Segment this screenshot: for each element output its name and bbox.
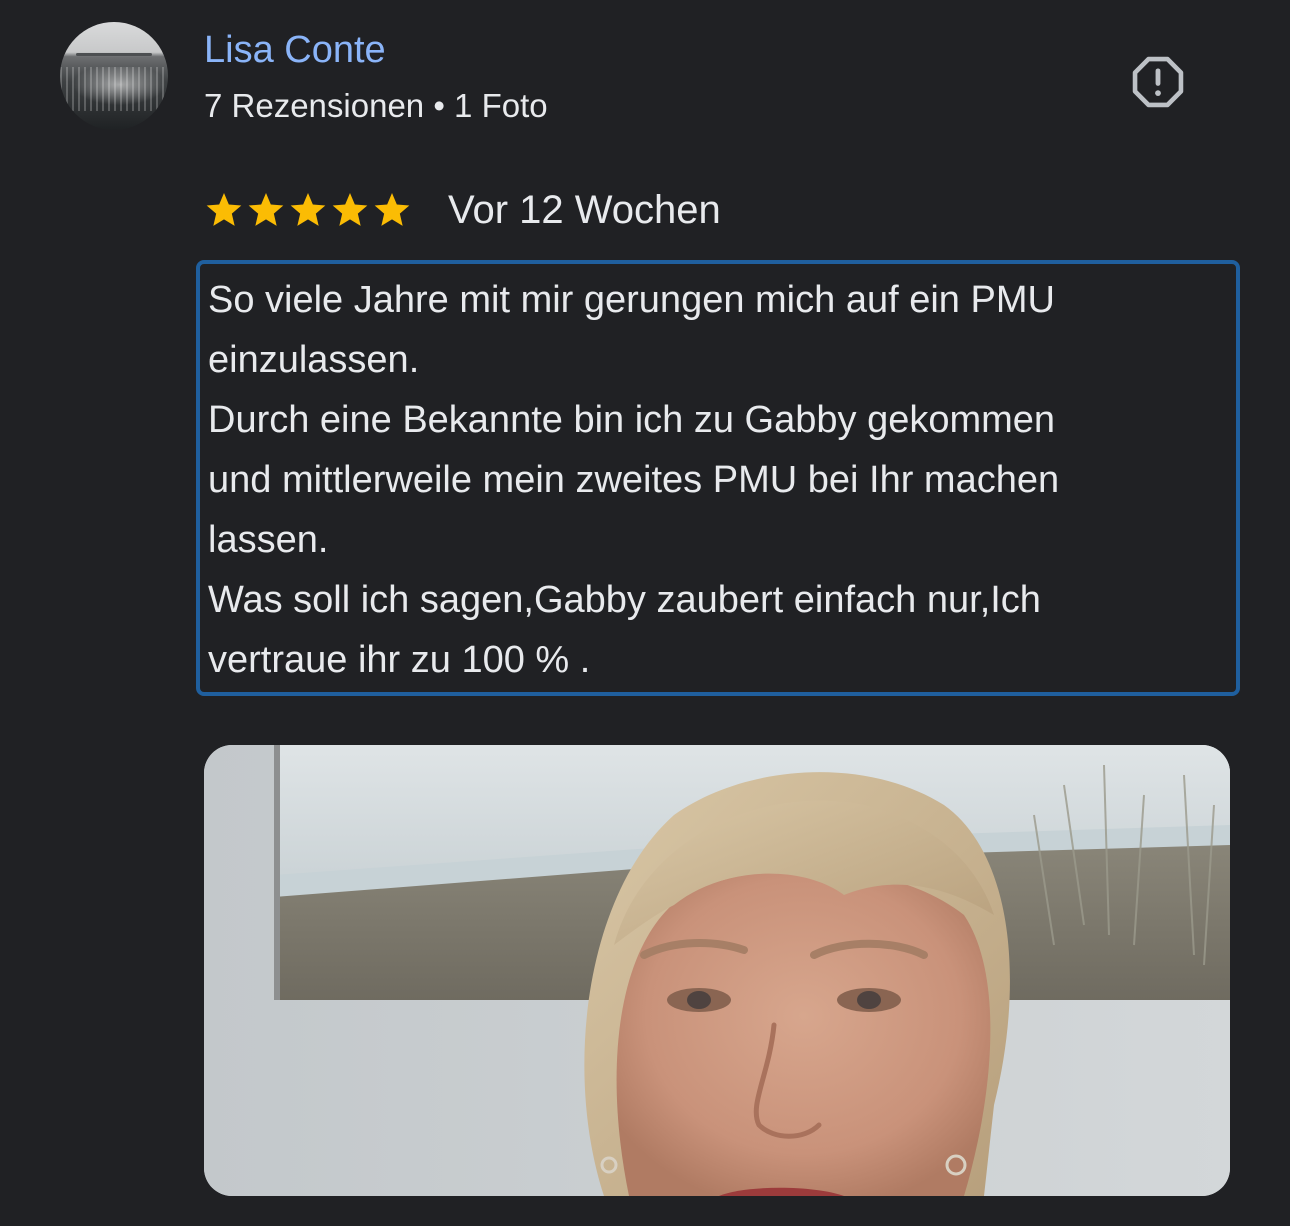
review-text-line: So viele Jahre mit mir gerungen mich auf…: [208, 279, 1055, 321]
avatar-water-shine: [60, 67, 168, 111]
review-text-highlight: So viele Jahre mit mir gerungen mich auf…: [196, 260, 1240, 696]
star-icon: [248, 193, 284, 226]
review-text-line: Durch eine Bekannte bin ich zu Gabby gek…: [208, 399, 1056, 441]
report-button[interactable]: [1126, 50, 1190, 114]
review-card: Lisa Conte 7 Rezensionen • 1 Foto Vor 12…: [0, 0, 1290, 1226]
review-text-line: Was soll ich sagen,Gabby zaubert einfach…: [208, 579, 1041, 621]
avatar-horizon: [76, 53, 152, 57]
review-photo[interactable]: [204, 745, 1230, 1196]
star-icon: [332, 193, 368, 226]
star-icon: [290, 193, 326, 226]
star-icon: [206, 193, 242, 226]
star-icon: [374, 193, 410, 226]
review-text: So viele Jahre mit mir gerungen mich auf…: [208, 270, 1218, 690]
reviewer-avatar[interactable]: [60, 22, 168, 130]
review-text-line: einzulassen.: [208, 339, 420, 381]
review-text-line: lassen.: [208, 519, 329, 561]
report-icon: [1132, 56, 1184, 108]
review-photo-image: [204, 745, 1230, 1196]
star-rating: [204, 190, 412, 230]
rating-row: Vor 12 Wochen: [204, 182, 721, 238]
reviewer-name[interactable]: Lisa Conte: [204, 26, 386, 74]
review-text-line: vertraue ihr zu 100 % .: [208, 639, 591, 681]
review-date: Vor 12 Wochen: [448, 188, 721, 232]
review-text-line: und mittlerweile mein zweites PMU bei Ih…: [208, 459, 1060, 501]
reviewer-meta: 7 Rezensionen • 1 Foto: [204, 87, 548, 124]
